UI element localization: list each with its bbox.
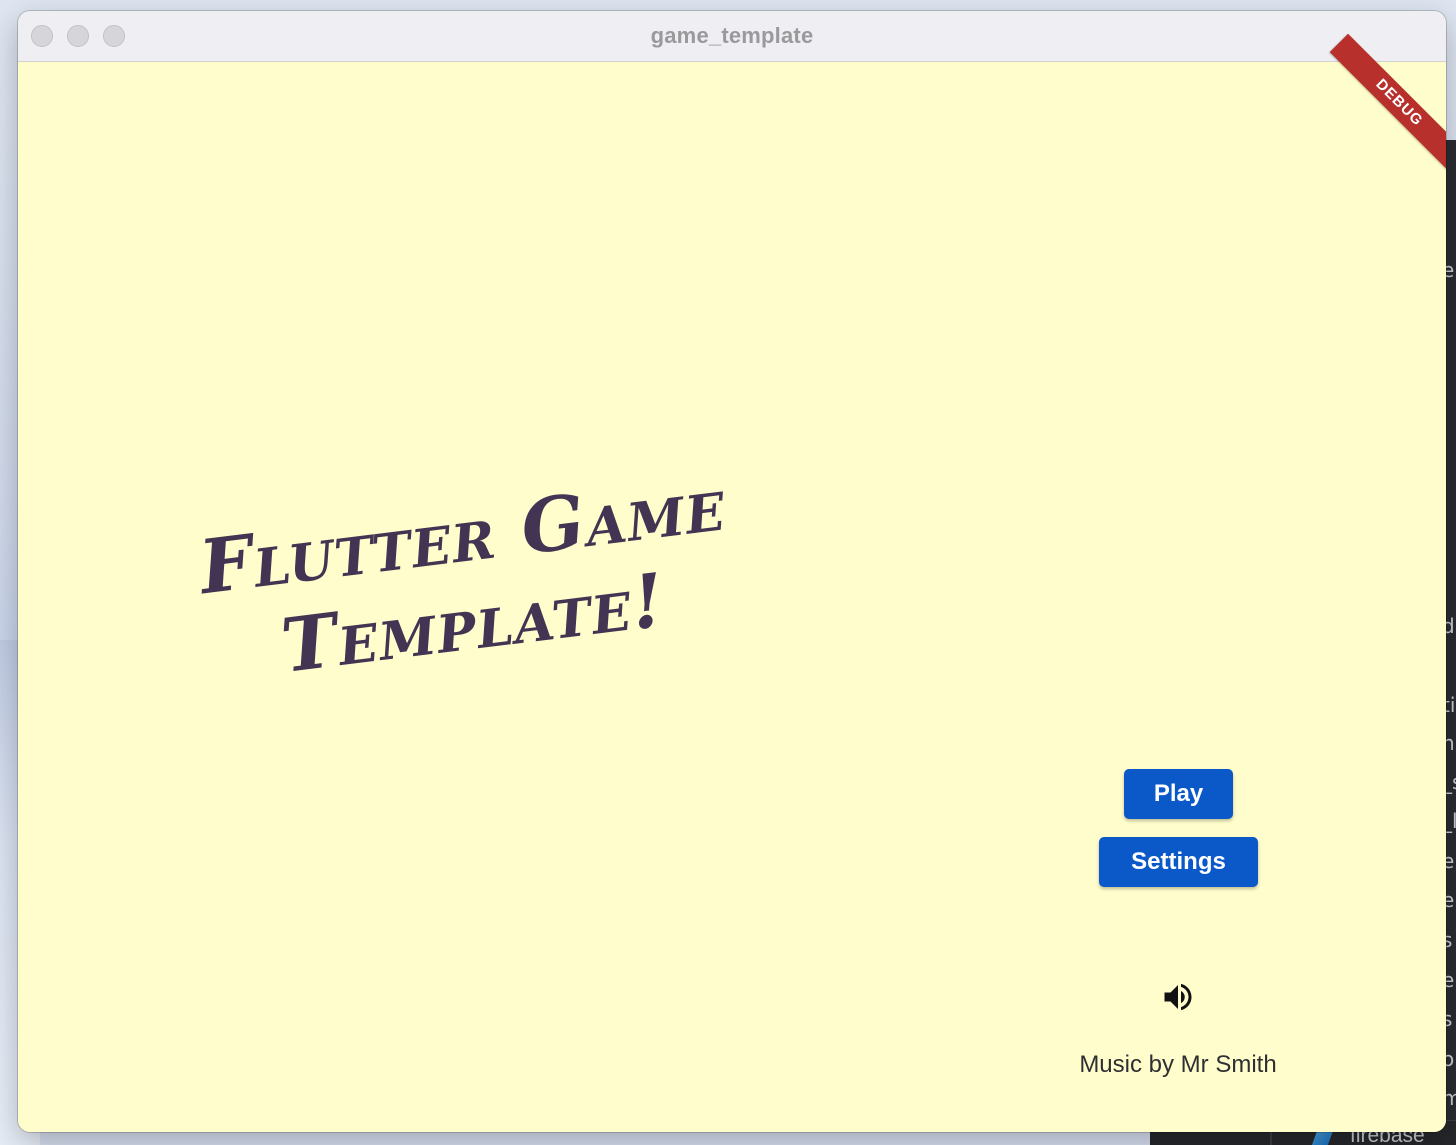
window-titlebar[interactable]: game_template — [18, 11, 1446, 62]
settings-button[interactable]: Settings — [1099, 837, 1258, 887]
window-title: game_template — [650, 23, 814, 48]
play-button[interactable]: Play — [1124, 769, 1233, 819]
volume-up-icon — [1164, 983, 1192, 1011]
app-window: game_template DEBUG Flutter Game Templat… — [18, 11, 1446, 1132]
game-title: Flutter Game Template! — [100, 449, 836, 711]
sound-toggle-button[interactable] — [1158, 977, 1198, 1017]
main-menu-screen: DEBUG Flutter Game Template! Play Settin… — [18, 33, 1446, 1132]
debug-banner-label: DEBUG — [1372, 75, 1427, 130]
music-credit: Music by Mr Smith — [1079, 1051, 1277, 1078]
